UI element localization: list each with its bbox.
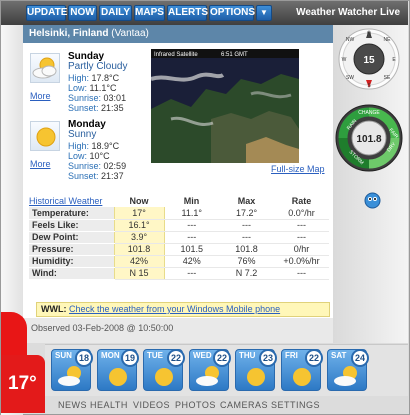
app-title: Weather Watcher Live — [296, 7, 400, 18]
sunset-value: 21:35 — [101, 103, 124, 113]
sunrise-label: Sunrise: — [68, 161, 102, 171]
sunrise-value: 03:01 — [103, 93, 127, 103]
now-button[interactable]: NOW — [68, 5, 97, 21]
maps-button[interactable]: MAPS — [134, 5, 165, 21]
sunset-value: 21:37 — [101, 171, 124, 181]
col-rate: Rate — [291, 195, 312, 206]
table-row: Temperature: 17° 11.1° 17.2° 0.0°/hr — [29, 207, 329, 220]
partly-cloudy-icon — [58, 366, 81, 386]
sun-icon — [293, 368, 311, 386]
more-link[interactable]: More — [30, 91, 51, 101]
forecast-day-thu[interactable]: THU 23 — [235, 349, 277, 391]
forecast-day-wed[interactable]: WED 22 — [189, 349, 231, 391]
health-link[interactable]: HEALTH — [90, 400, 128, 410]
table-row: Dew Point: 3.9° --- --- --- — [29, 231, 329, 244]
compass-sw: SW — [346, 75, 354, 81]
low-value: 11.1°C — [89, 83, 117, 93]
partly-cloudy-icon — [196, 366, 219, 386]
sun-icon — [155, 368, 173, 386]
options-button[interactable]: OPTIONS — [209, 5, 255, 21]
barometer-gauge: RAIN CHANGE FAIR DRY STORM 101.8 — [335, 104, 403, 172]
satellite-map[interactable]: Infrared Satellite 6:51 GMT — [151, 49, 299, 163]
day-forecast-sunday: Sunday Partly Cloudy High: 17.8°C Low: 1… — [30, 51, 170, 113]
high-label: High: — [68, 141, 90, 151]
low-value: 10°C — [89, 151, 110, 161]
high-value: 17.8°C — [91, 73, 120, 83]
photos-link[interactable]: PHOTOS — [175, 400, 216, 410]
news-link[interactable]: NEWS — [58, 400, 87, 410]
sunrise-value: 02:59 — [103, 161, 127, 171]
barometer-change: CHANGE — [358, 110, 380, 116]
wwl-link[interactable]: Check the weather from your Windows Mobi… — [69, 304, 280, 314]
wwl-prefix: WWL: — [41, 304, 67, 314]
forecast-day-sun[interactable]: SUN 18 — [51, 349, 93, 391]
wind-speed-value: 15 — [363, 55, 375, 66]
alerts-button[interactable]: ALERTS — [167, 5, 208, 21]
forecast-day-label: SAT — [331, 351, 347, 360]
low-label: Low: — [68, 151, 88, 161]
historical-weather-link[interactable]: Historical Weather — [29, 194, 114, 207]
sun-icon — [247, 368, 265, 386]
more-link[interactable]: More — [30, 159, 51, 169]
map-caption: Infrared Satellite — [154, 52, 198, 58]
high-value: 18.9°C — [91, 141, 120, 151]
forecast-day-mon[interactable]: MON 19 — [97, 349, 139, 391]
full-size-map-link[interactable]: Full-size Map — [271, 164, 325, 174]
compass-ne: NE — [384, 37, 392, 43]
toolbar: UPDATE NOW DAILY MAPS ALERTS OPTIONS ▼ W… — [1, 1, 408, 25]
location-bar: Helsinki, Finland (Vantaa) — [23, 25, 333, 43]
videos-link[interactable]: VIDEOS — [133, 400, 170, 410]
forecast-day-tue[interactable]: TUE 22 — [143, 349, 185, 391]
low-label: Low: — [68, 83, 88, 93]
table-row: Pressure: 101.8 101.5 101.8 0/hr — [29, 243, 329, 256]
globe-icon[interactable] — [364, 192, 381, 209]
daily-button[interactable]: DAILY — [99, 5, 132, 21]
wwl-banner: WWL: Check the weather from your Windows… — [36, 302, 330, 317]
partly-cloudy-icon — [30, 53, 60, 83]
table-row: Wind: N 15 --- N 7.2 --- — [29, 267, 329, 280]
compass-se: SE — [384, 75, 391, 81]
forecast-day-label: WED — [193, 351, 212, 360]
update-button[interactable]: UPDATE — [26, 5, 67, 21]
col-min: Min — [183, 195, 200, 206]
day-condition: Partly Cloudy — [68, 61, 128, 72]
bottom-nav: NEWS HEALTH VIDEOS PHOTOS CAMERAS SETTIN… — [45, 398, 408, 414]
chevron-down-icon[interactable]: ▼ — [256, 5, 272, 21]
sunset-label: Sunset: — [68, 103, 99, 113]
sun-icon — [30, 121, 60, 151]
compass-n: N — [367, 32, 371, 38]
day-condition: Sunny — [68, 129, 97, 140]
cameras-link[interactable]: CAMERAS — [220, 400, 268, 410]
forecast-day-label: MON — [101, 351, 120, 360]
partly-cloudy-icon — [334, 366, 357, 386]
settings-link[interactable]: SETTINGS — [271, 400, 320, 410]
location-station: (Vantaa) — [111, 28, 149, 39]
map-time: 6:51 GMT — [221, 52, 248, 58]
current-temperature: 17° — [8, 373, 37, 394]
compass-w: W — [342, 57, 347, 63]
observed-timestamp: Observed 03-Feb-2008 @ 10:50:00 — [31, 323, 174, 333]
forecast-day-label: THU — [239, 351, 256, 360]
pressure-value: 101.8 — [356, 134, 381, 145]
forecast-day-sat[interactable]: SAT 24 — [327, 349, 369, 391]
col-now: Now — [129, 195, 149, 206]
sun-icon — [109, 368, 127, 386]
sunset-label: Sunset: — [68, 171, 99, 181]
table-row: Humidity: 42% 42% 76% +0.0%/hr — [29, 255, 329, 268]
day-forecast-monday: Monday Sunny High: 18.9°C Low: 10°C Sunr… — [30, 119, 170, 181]
wind-compass: N NE E SE S SW W NW 15 — [338, 28, 400, 90]
conditions-table: Historical Weather Now Min Max Rate Temp… — [29, 194, 329, 280]
compass-nw: NW — [346, 37, 355, 43]
table-row: Feels Like: 16.1° --- --- --- — [29, 219, 329, 232]
forecast-day-fri[interactable]: FRI 22 — [281, 349, 323, 391]
sunrise-label: Sunrise: — [68, 93, 102, 103]
forecast-day-label: FRI — [285, 351, 298, 360]
forecast-day-label: SUN — [55, 351, 72, 360]
location-city: Helsinki, Finland — [29, 28, 109, 39]
forecast-day-label: TUE — [147, 351, 163, 360]
col-max: Max — [237, 195, 256, 206]
high-label: High: — [68, 73, 90, 83]
